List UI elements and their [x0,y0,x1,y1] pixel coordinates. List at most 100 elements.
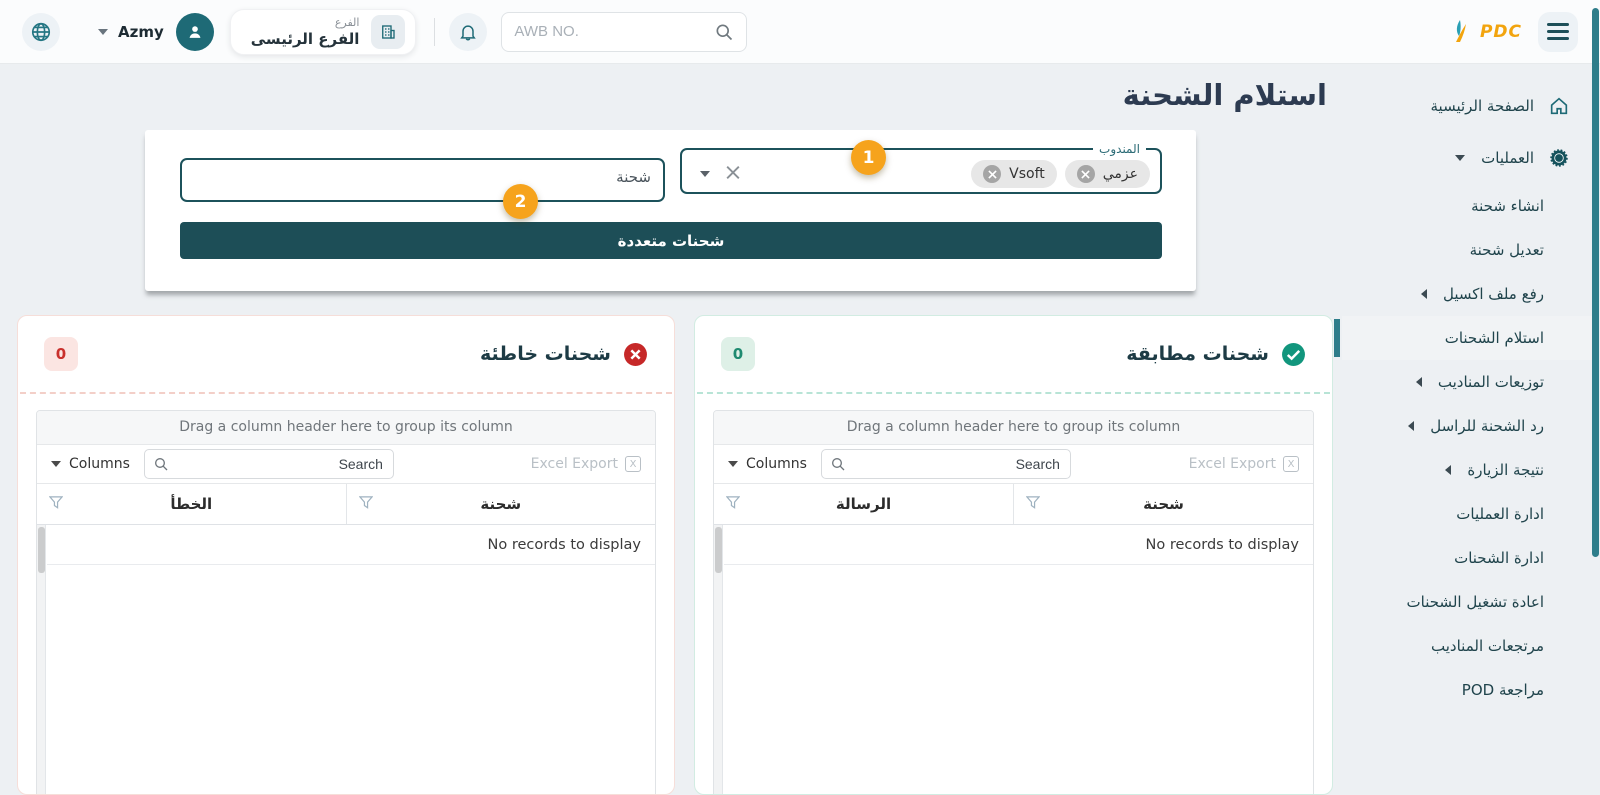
grid-scrollbar[interactable] [37,525,46,794]
globe-icon [31,22,51,41]
hamburger-icon [1547,23,1569,26]
step-1-badge: 1 [851,140,886,175]
collapsed-arrow-icon [1408,421,1415,431]
filter-icon[interactable] [358,495,373,513]
caret-down-icon [51,461,61,467]
notifications-button[interactable] [449,12,488,51]
delegate-label: المندوب [1099,142,1140,156]
avatar[interactable] [175,12,214,51]
expanded-arrow-icon [1455,155,1466,161]
grid-search-input[interactable] [176,456,393,472]
sidebar-item-home[interactable]: الصفحة الرئيسية [1342,80,1592,132]
filter-icon[interactable] [725,495,741,513]
sidebar-item-receive-shipments[interactable]: استلام الشحنات [1334,316,1592,360]
group-panel[interactable]: Drag a column header here to group its c… [37,411,655,445]
caret-down-icon [728,461,738,467]
wrong-count-badge: 0 [44,337,78,371]
sidebar-item-edit-shipment[interactable]: تعديل شحنة [1342,228,1592,272]
branch-selector[interactable]: الفرع الفرع الرئيسى [229,8,417,55]
grid-search-input[interactable] [853,456,1070,472]
filter-icon[interactable] [48,495,64,513]
delegate-tags: عزمي Vsoft [971,160,1150,188]
sidebar-item-operations[interactable]: العمليات [1342,132,1592,184]
sidebar-item-restart-shipments[interactable]: اعادة تشغيل الشحنات [1342,580,1592,624]
sidebar-item-courier-distributions[interactable]: توزيعات المناديب [1342,360,1592,404]
collapsed-arrow-icon [1415,377,1422,387]
awb-search-input[interactable] [514,23,715,40]
tag-label: Vsoft [1009,166,1045,182]
filter-icon[interactable] [1025,495,1041,513]
search-icon [145,456,177,472]
panel-title: شحنات خاطئة [480,343,611,365]
sidebar-item-label: توزيعات المناديب [1437,373,1544,391]
topbar-divider [434,17,436,46]
sidebar-item-label: ادارة العمليات [1456,505,1544,523]
search-icon[interactable] [714,22,734,42]
sidebar-item-visit-result[interactable]: نتيجة الزيارة [1342,448,1592,492]
sidebar-item-label: العمليات [1481,149,1534,167]
error-circle-icon [624,342,647,366]
wrong-shipments-panel: شحنات خاطئة 0 Drag a column header here … [17,315,675,795]
clear-selection-icon[interactable] [726,165,740,184]
building-icon [371,14,406,49]
sidebar-item-create-shipment[interactable]: انشاء شحنة [1342,184,1592,228]
language-globe-button[interactable] [22,12,60,51]
tag-label: عزمي [1102,166,1138,182]
step-2-badge: 2 [503,184,538,219]
person-icon [189,25,201,38]
logo-text: PDC [1479,21,1522,42]
excel-file-icon: X [625,456,641,472]
sidebar-item-operations-management[interactable]: ادارة العمليات [1342,492,1592,536]
excel-export-button[interactable]: Excel Export X [531,456,641,472]
delegate-tag: Vsoft [971,160,1057,188]
column-header-shipment[interactable]: شحنة [1014,484,1313,524]
column-header-shipment[interactable]: شحنة [347,484,656,524]
columns-label: Columns [69,456,130,472]
group-panel[interactable]: Drag a column header here to group its c… [714,411,1313,445]
page-title: استلام الشحنة [1122,78,1327,112]
user-name[interactable]: Azmy [118,23,164,41]
delegate-multiselect[interactable]: المندوب عزمي Vsoft [680,142,1162,194]
column-header-error[interactable]: الخطأ [37,484,347,524]
chevron-down-icon[interactable] [98,28,108,35]
sidebar-item-return-to-sender[interactable]: رد الشحنة للراسل [1342,404,1592,448]
excel-export-button[interactable]: Excel Export X [1189,456,1299,472]
column-header-message[interactable]: الرسالة [714,484,1014,524]
sidebar-item-label: ادارة الشحنات [1454,549,1544,567]
sidebar-item-label: اعادة تشغيل الشحنات [1406,593,1544,611]
sidebar-item-upload-excel[interactable]: رفع ملف اكسيل [1342,272,1592,316]
sidebar-item-pod-review[interactable]: مراجعة POD [1342,668,1592,712]
panel-title: شحنات مطابقة [1126,343,1269,365]
remove-tag-icon[interactable] [983,165,1002,183]
grid-search-box [820,449,1071,479]
sidebar-item-courier-returns[interactable]: مرتجعات المناديب [1342,624,1592,668]
columns-label: Columns [746,456,807,472]
dropdown-caret-icon[interactable] [700,171,710,177]
matched-count-badge: 0 [721,337,755,371]
sidebar-item-label: مرتجعات المناديب [1431,637,1544,655]
column-chooser-button[interactable]: Columns [51,456,130,472]
awb-search-box [501,11,748,52]
excel-export-label: Excel Export [1188,456,1276,472]
sidebar-item-label: نتيجة الزيارة [1467,461,1544,479]
new-badge-icon [1546,148,1572,168]
sidebar-item-shipments-management[interactable]: ادارة الشحنات [1342,536,1592,580]
shipment-input[interactable] [180,158,665,202]
menu-toggle-button[interactable] [1538,11,1578,52]
multiple-shipments-button[interactable]: شحنات متعددة [180,222,1162,259]
topbar: Azmy الفرع الفرع الرئيسى AWB NO. PDC [0,0,1600,64]
matched-shipments-panel: شحنات مطابقة 0 Drag a column header here… [694,315,1333,795]
sidebar-item-label: تعديل شحنة [1469,241,1544,259]
grid-scrollbar[interactable] [714,525,723,794]
pdc-logo: PDC [1450,18,1522,46]
sidebar-item-label: استلام الشحنات [1444,329,1544,347]
delegate-tag: عزمي [1064,160,1150,188]
vertical-scrollbar-thumb[interactable] [1592,8,1599,557]
empty-grid-message: No records to display [724,525,1313,565]
remove-tag-icon[interactable] [1076,165,1095,183]
dashed-divider [697,392,1330,394]
sidebar-item-label: انشاء شحنة [1471,197,1544,215]
column-chooser-button[interactable]: Columns [728,456,807,472]
empty-grid-message: No records to display [47,525,655,565]
excel-export-label: Excel Export [530,456,618,472]
